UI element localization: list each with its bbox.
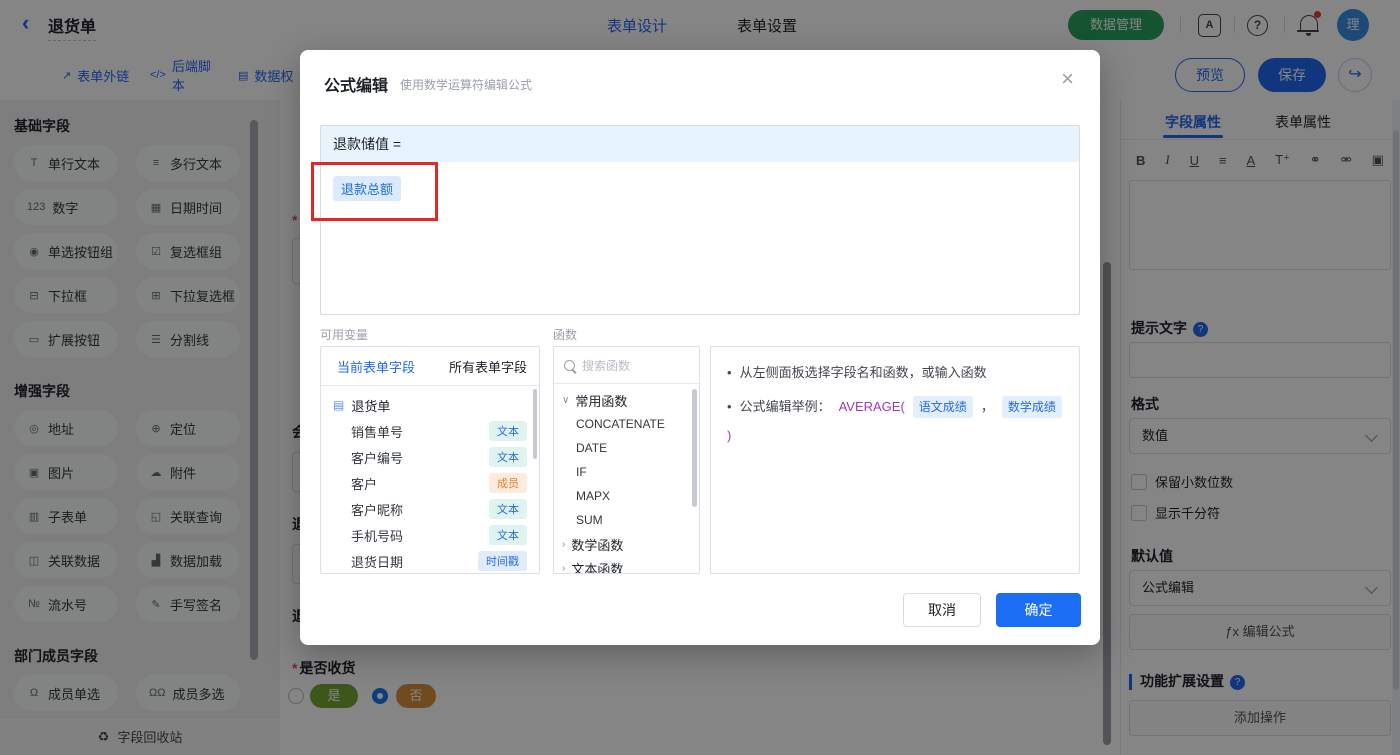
variable-row[interactable]: 客户编号 文本	[321, 444, 539, 470]
variable-name: 客户编号	[351, 450, 404, 466]
variable-type-badge: 文本	[489, 447, 527, 467]
variable-row[interactable]: 退货日期 时间戳	[321, 548, 539, 573]
variable-row[interactable]: 手机号码 文本	[321, 522, 539, 548]
chevron-down-icon: ∨	[562, 394, 570, 406]
function-close-paren: )	[727, 428, 732, 443]
functions-panel-label: 函数	[553, 328, 578, 342]
formula-help-panel: 从左侧面板选择字段名和函数，或输入函数 公式编辑举例：AVERAGE( 语文成绩…	[710, 346, 1080, 574]
variable-type-badge: 成员	[489, 473, 527, 493]
chevron-right-icon: ›	[562, 562, 566, 574]
variable-name: 手机号码	[351, 528, 404, 544]
search-placeholder: 搜索函数	[582, 358, 631, 373]
variable-root[interactable]: ▤ 退货单	[321, 392, 539, 418]
variable-name: 退货日期	[351, 554, 404, 570]
cancel-button[interactable]: 取消	[903, 593, 981, 627]
app-root: ‹ 退货单 表单设计 表单设置 数据管理 A ? 理 ↗ 表单外链 </> 后端脚本 ▤…	[0, 0, 1400, 755]
function-group[interactable]: › 数学函数	[554, 532, 699, 556]
variable-row[interactable]: 客户 成员	[321, 470, 539, 496]
function-search[interactable]: 搜索函数	[554, 347, 699, 384]
help-line-1: 从左侧面板选择字段名和函数，或输入函数	[727, 363, 1063, 383]
variables-scrollbar[interactable]	[533, 389, 537, 459]
variable-list: ▤ 退货单 销售单号 文本 客户编号 文本 客户 成员 客户昵称 文本 手机号码 文本 退货日期 时间戳	[321, 386, 539, 573]
modal-title: 公式编辑	[324, 78, 389, 95]
variable-type-badge: 文本	[489, 499, 527, 519]
variable-root-label: 退货单	[351, 398, 391, 414]
chevron-right-icon: ›	[562, 538, 566, 550]
variables-panel: 当前表单字段 所有表单字段 ▤ 退货单 销售单号 文本 客户编号 文本 客户 成员 客户昵称 文本…	[320, 346, 540, 574]
functions-scrollbar[interactable]	[692, 389, 697, 507]
modal-subtitle: 使用数学运算符编辑公式	[400, 78, 533, 92]
functions-panel: 搜索函数 ∨ 常用函数 CONCATENATE DATE IF MAPX SUM › 数学函数 ›…	[553, 346, 700, 574]
variable-name: 客户昵称	[351, 502, 404, 518]
function-item[interactable]: MAPX	[554, 484, 699, 508]
formula-edit-modal: 公式编辑 使用数学运算符编辑公式 × 退款储值 = 退款总额 可用变量 函数 当…	[300, 50, 1100, 645]
example-field-chip: 语文成绩	[912, 396, 973, 418]
variable-name: 客户	[351, 476, 378, 492]
annotation-red-box	[311, 162, 438, 221]
search-icon	[564, 359, 575, 371]
variable-row[interactable]: 销售单号 文本	[321, 418, 539, 444]
form-doc-icon: ▤	[333, 398, 345, 412]
example-field-chip: 数学成绩	[1001, 396, 1062, 418]
variable-type-badge: 文本	[489, 421, 527, 441]
function-item[interactable]: IF	[554, 460, 699, 484]
function-group-label: 文本函数	[571, 561, 624, 574]
tab-all-form-fields[interactable]: 所有表单字段	[449, 357, 527, 376]
function-item[interactable]: DATE	[554, 436, 699, 460]
function-group[interactable]: ∨ 常用函数	[554, 388, 699, 412]
function-item[interactable]: CONCATENATE	[554, 412, 699, 436]
tab-current-form-fields[interactable]: 当前表单字段	[337, 357, 415, 376]
variable-type-badge: 文本	[489, 525, 527, 545]
function-item[interactable]: SUM	[554, 508, 699, 532]
variable-name: 销售单号	[351, 424, 404, 440]
function-name-text: AVERAGE(	[838, 399, 905, 414]
help-line-2: 公式编辑举例：AVERAGE( 语文成绩 ， 数学成绩 )	[727, 396, 1063, 446]
variables-tabs: 当前表单字段 所有表单字段	[321, 347, 539, 386]
function-list: ∨ 常用函数 CONCATENATE DATE IF MAPX SUM › 数学函数 › 文本函数	[554, 384, 699, 574]
formula-target: 退款储值 =	[321, 126, 1079, 162]
close-icon[interactable]: ×	[1061, 66, 1074, 92]
confirm-button[interactable]: 确定	[996, 593, 1081, 627]
function-group-label: 常用函数	[575, 393, 628, 409]
variables-panel-label: 可用变量	[320, 328, 369, 342]
function-group[interactable]: › 文本函数	[554, 556, 699, 574]
variable-type-badge: 时间戳	[478, 551, 527, 571]
function-group-label: 数学函数	[571, 537, 624, 553]
variable-row[interactable]: 客户昵称 文本	[321, 496, 539, 522]
